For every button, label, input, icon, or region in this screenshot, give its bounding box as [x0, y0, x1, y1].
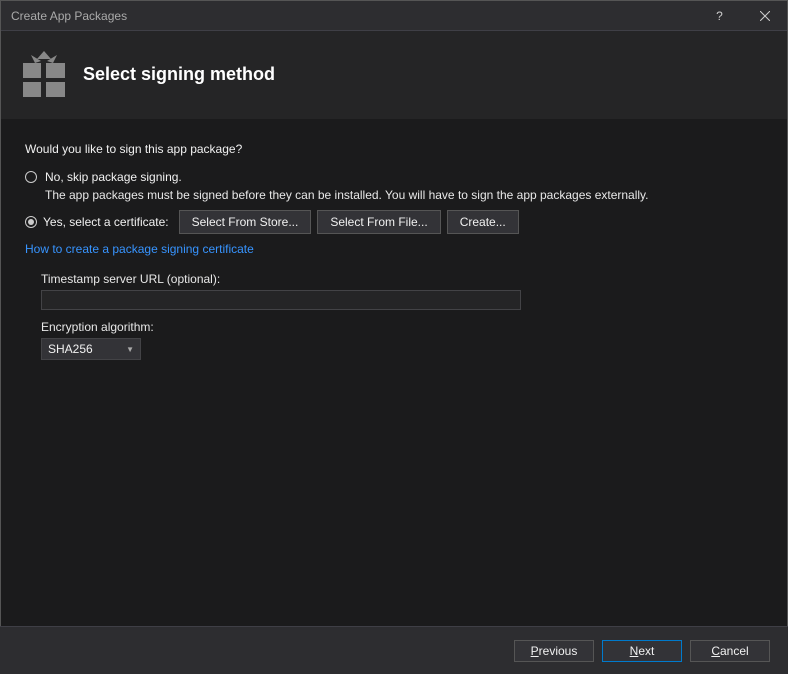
encryption-value: SHA256	[48, 342, 93, 356]
cancel-label-rest: ancel	[720, 644, 749, 658]
option-skip-label: No, skip package signing.	[45, 170, 182, 184]
page-title: Select signing method	[83, 64, 275, 85]
close-icon	[760, 11, 770, 21]
package-icon	[23, 51, 65, 97]
next-button[interactable]: Next	[602, 640, 682, 662]
radio-skip[interactable]	[25, 171, 37, 183]
timestamp-label: Timestamp server URL (optional):	[41, 272, 763, 286]
close-button[interactable]	[742, 1, 787, 31]
prompt-text: Would you like to sign this app package?	[25, 142, 763, 156]
select-from-file-button[interactable]: Select From File...	[317, 210, 440, 234]
option-cert-label: Yes, select a certificate:	[43, 215, 169, 229]
radio-cert[interactable]	[25, 216, 37, 228]
previous-label-rest: revious	[539, 644, 578, 658]
option-skip-row[interactable]: No, skip package signing.	[25, 170, 763, 184]
wizard-header: Select signing method	[1, 31, 787, 120]
content-area: Would you like to sign this app package?…	[1, 120, 787, 624]
help-icon: ?	[716, 9, 723, 23]
wizard-footer: Previous Next Cancel	[0, 626, 788, 674]
select-from-store-button[interactable]: Select From Store...	[179, 210, 312, 234]
help-button[interactable]: ?	[697, 1, 742, 31]
next-label-rest: ext	[638, 644, 654, 658]
create-cert-button[interactable]: Create...	[447, 210, 519, 234]
cancel-button[interactable]: Cancel	[690, 640, 770, 662]
encryption-field-block: Encryption algorithm: SHA256 ▼	[41, 320, 763, 360]
help-link-certificate[interactable]: How to create a package signing certific…	[25, 242, 254, 256]
chevron-down-icon: ▼	[126, 345, 134, 354]
timestamp-field-block: Timestamp server URL (optional):	[41, 272, 763, 310]
encryption-label: Encryption algorithm:	[41, 320, 763, 334]
previous-button[interactable]: Previous	[514, 640, 594, 662]
option-cert-row: Yes, select a certificate: Select From S…	[25, 210, 763, 234]
timestamp-input[interactable]	[41, 290, 521, 310]
option-skip-description: The app packages must be signed before t…	[45, 188, 763, 202]
window-title: Create App Packages	[11, 9, 697, 23]
titlebar: Create App Packages ?	[1, 1, 787, 31]
encryption-combo[interactable]: SHA256 ▼	[41, 338, 141, 360]
